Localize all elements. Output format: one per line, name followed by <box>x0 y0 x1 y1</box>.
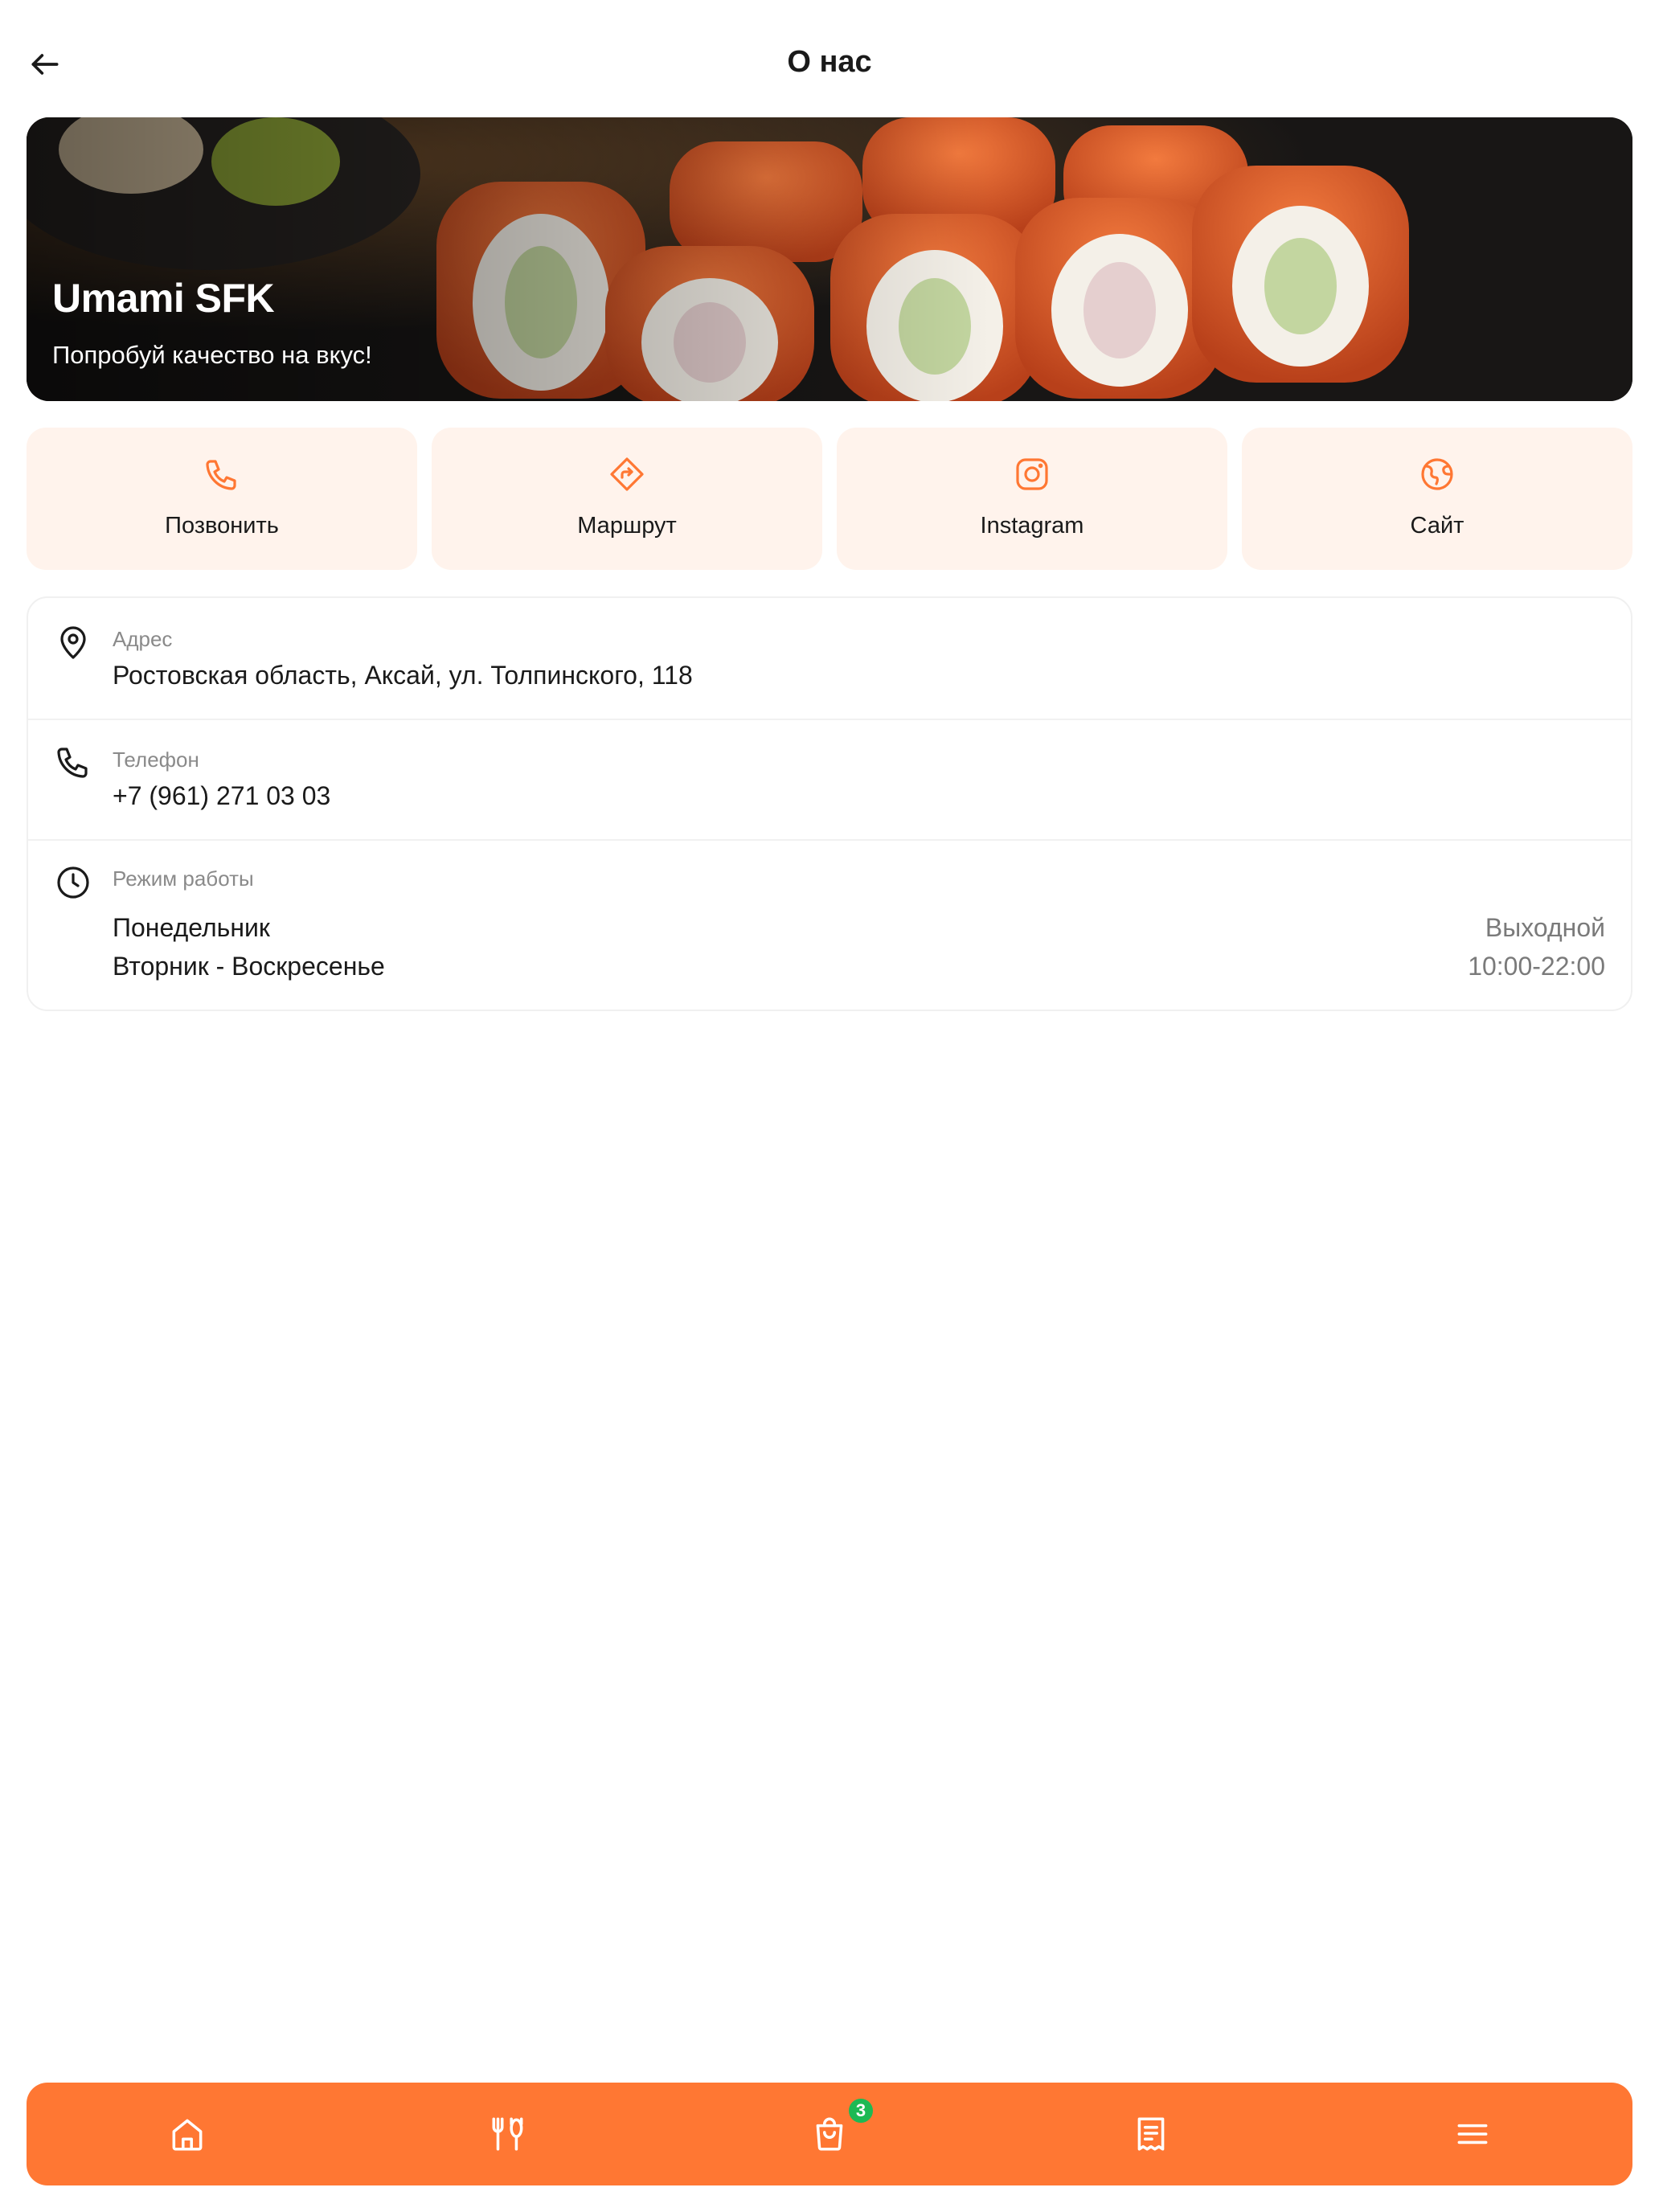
cart-icon <box>816 2117 843 2151</box>
nav-orders[interactable] <box>1103 2083 1199 2185</box>
phone-label: Телефон <box>113 748 199 772</box>
page-title: О нас <box>787 45 872 79</box>
restaurant-name: Umami SFK <box>52 276 275 321</box>
hours-day: Вторник - Воскресенье <box>113 952 385 981</box>
hours-label: Режим работы <box>113 866 254 891</box>
hours-row: Режим работы Понедельник Выходной Вторни… <box>28 841 1631 1011</box>
location-pin-icon <box>52 622 94 664</box>
hours-time: 10:00-22:00 <box>1468 952 1605 981</box>
phone-value[interactable]: +7 (961) 271 03 03 <box>113 781 330 811</box>
route-icon <box>604 452 649 497</box>
hours-time: Выходной <box>1485 913 1605 942</box>
route-label: Маршрут <box>577 513 677 539</box>
menu-cutlery-icon <box>492 2117 523 2151</box>
cart-count-badge: 3 <box>847 2097 875 2124</box>
website-label: Сайт <box>1410 513 1464 539</box>
restaurant-tagline: Попробуй качество на вкус! <box>52 341 372 369</box>
instagram-button[interactable]: Instagram <box>837 428 1227 570</box>
website-button[interactable]: Сайт <box>1242 428 1632 570</box>
nav-menu[interactable] <box>460 2083 556 2185</box>
address-value: Ростовская область, Аксай, ул. Толпинско… <box>113 661 693 690</box>
hamburger-menu-icon <box>1457 2124 1488 2144</box>
receipt-icon <box>1137 2117 1165 2151</box>
phone-icon <box>52 741 94 783</box>
nav-home[interactable] <box>139 2083 236 2185</box>
call-button[interactable]: Позвонить <box>27 428 417 570</box>
route-button[interactable]: Маршрут <box>432 428 822 570</box>
nav-cart[interactable]: 3 <box>781 2083 878 2185</box>
nav-more[interactable] <box>1424 2083 1521 2185</box>
header: О нас <box>0 0 1659 129</box>
phone-row[interactable]: Телефон +7 (961) 271 03 03 <box>28 720 1631 839</box>
address-label: Адрес <box>113 627 173 651</box>
home-icon <box>172 2119 203 2151</box>
info-card: Адрес Ростовская область, Аксай, ул. Тол… <box>27 596 1632 1011</box>
bottom-nav: 3 <box>27 2083 1632 2185</box>
address-row: Адрес Ростовская область, Аксай, ул. Тол… <box>28 598 1631 719</box>
instagram-label: Instagram <box>980 513 1084 539</box>
instagram-icon <box>1010 452 1055 497</box>
action-buttons: Позвонить Маршрут Instagram Сайт <box>27 428 1632 570</box>
call-label: Позвонить <box>165 513 279 539</box>
clock-icon <box>52 862 94 903</box>
phone-icon <box>199 452 244 497</box>
hours-day: Понедельник <box>113 913 270 942</box>
globe-icon <box>1415 452 1460 497</box>
hero-banner: Umami SFK Попробуй качество на вкус! <box>27 117 1632 401</box>
